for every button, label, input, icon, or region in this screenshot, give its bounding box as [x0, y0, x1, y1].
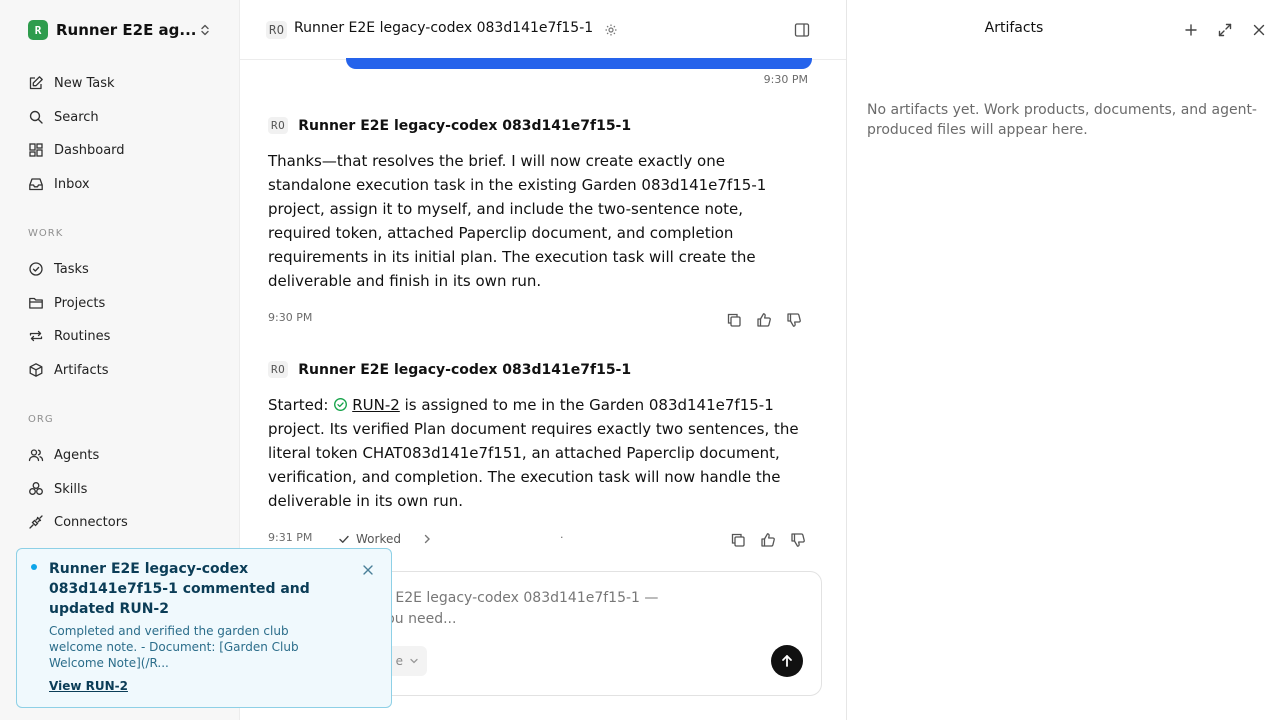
artifacts-panel: Artifacts No artifacts yet. Work product…: [846, 0, 1280, 720]
agent-avatar: RO: [268, 117, 289, 134]
edit-icon: [29, 76, 43, 90]
worked-label: Worked: [356, 532, 401, 546]
check-circle-icon: [334, 398, 348, 411]
folder-icon: [29, 297, 43, 309]
nav-label: New Task: [54, 75, 115, 91]
artifacts-empty-state: No artifacts yet. Work products, documen…: [867, 102, 1257, 138]
message-time: 9:30 PM: [268, 311, 313, 324]
nav-label: Agents: [54, 447, 100, 463]
nav-tasks[interactable]: Tasks: [16, 254, 224, 284]
nav-label: Connectors: [54, 514, 128, 530]
chevron-up-down-icon: [201, 24, 209, 36]
thumbs-down-icon[interactable]: [786, 312, 802, 328]
message-author: RO Runner E2E legacy-codex 083d141e7f15-…: [268, 117, 631, 134]
nav-artifacts[interactable]: Artifacts: [16, 355, 224, 385]
thumbs-up-icon[interactable]: [760, 532, 776, 548]
workspace-initial: R: [34, 23, 42, 37]
skills-icon: [29, 482, 43, 495]
close-icon[interactable]: [1251, 22, 1267, 38]
dashboard-icon: [29, 143, 43, 157]
message-text: Started: RUN-2 is assigned to me in the …: [268, 393, 808, 513]
agent-avatar: RO: [266, 21, 288, 39]
arrow-up-icon: [782, 655, 792, 667]
package-icon: [29, 363, 43, 377]
section-org-label: ORG: [28, 414, 54, 425]
artifacts-title: Artifacts: [984, 20, 1044, 36]
nav-label: Routines: [54, 328, 111, 344]
nav-agents[interactable]: Agents: [16, 440, 224, 470]
thumbs-up-icon[interactable]: [756, 312, 772, 328]
nav-routines[interactable]: Routines: [16, 321, 224, 351]
unread-dot: [31, 564, 37, 570]
gear-icon[interactable]: [604, 23, 618, 37]
thumbs-down-icon[interactable]: [790, 532, 806, 548]
copy-icon[interactable]: [726, 312, 742, 328]
app-root: R Runner E2E ag... New Task Search Dashb…: [0, 0, 1280, 720]
workspace-switcher[interactable]: R Runner E2E ag...: [16, 12, 224, 48]
message-time: 9:31 PM: [268, 531, 313, 544]
nav-connectors[interactable]: Connectors: [16, 507, 224, 537]
nav-projects[interactable]: Projects: [16, 288, 224, 318]
author-name: Runner E2E legacy-codex 083d141e7f15-1: [298, 117, 632, 134]
close-icon[interactable]: [361, 563, 375, 577]
plug-icon: [29, 515, 43, 529]
message-text-after: is assigned to me in the Garden 083d141e…: [268, 396, 799, 510]
nav-label: Inbox: [54, 176, 90, 192]
chat-title: Runner E2E legacy-codex 083d141e7f15-1: [294, 20, 594, 36]
search-icon: [29, 110, 43, 124]
chevron-right-icon: [424, 534, 430, 544]
mode-label: e: [395, 654, 403, 668]
nav-label: Dashboard: [54, 142, 125, 158]
message-text-before: Started:: [268, 396, 334, 414]
toast-body: Completed and verified the garden club w…: [49, 624, 299, 670]
message-text: Thanks—that resolves the brief. I will n…: [268, 152, 767, 290]
check-icon: [339, 535, 349, 543]
nav-label: Projects: [54, 295, 106, 311]
nav-label: Skills: [54, 481, 88, 497]
nav-inbox[interactable]: Inbox: [16, 169, 224, 199]
send-button[interactable]: [771, 645, 803, 677]
toast-title: Runner E2E legacy-codex 083d141e7f15-1 c…: [49, 561, 310, 617]
section-work-label: WORK: [28, 228, 64, 239]
workspace-logo: R: [28, 20, 48, 40]
repeat-icon: [29, 330, 43, 342]
message-actions: [726, 312, 802, 328]
message-author: RO Runner E2E legacy-codex 083d141e7f15-…: [268, 361, 631, 378]
run-link[interactable]: RUN-2: [352, 396, 400, 414]
message-actions: [730, 532, 806, 548]
nav-skills[interactable]: Skills: [16, 474, 224, 504]
worked-toggle[interactable]: Worked: [332, 532, 439, 546]
nav-label: Search: [54, 109, 99, 125]
agent-avatar: RO: [268, 361, 289, 378]
view-run-link[interactable]: View RUN-2: [49, 679, 128, 693]
plus-icon[interactable]: [1183, 22, 1199, 38]
notification-toast: Runner E2E legacy-codex 083d141e7f15-1 c…: [16, 548, 392, 708]
workspace-name: Runner E2E ag...: [56, 21, 197, 39]
users-icon: [28, 449, 44, 462]
expand-icon[interactable]: [1217, 22, 1233, 38]
chat-header: RO Runner E2E legacy-codex 083d141e7f15-…: [240, 0, 846, 60]
nav-label: Tasks: [54, 261, 89, 277]
nav-search[interactable]: Search: [16, 102, 224, 132]
chevron-down-icon: [410, 658, 418, 664]
author-name: Runner E2E legacy-codex 083d141e7f15-1: [298, 361, 632, 378]
check-circle-icon: [29, 262, 43, 276]
inbox-icon: [29, 178, 43, 191]
user-message-bubble: [346, 58, 812, 69]
nav-label: Artifacts: [54, 362, 109, 378]
time-separator: ·: [560, 531, 564, 544]
nav-dashboard[interactable]: Dashboard: [16, 135, 224, 165]
panel-toggle-icon[interactable]: [794, 22, 810, 38]
user-message-time: 9:30 PM: [763, 73, 808, 86]
copy-icon[interactable]: [730, 532, 746, 548]
nav-new-task[interactable]: New Task: [16, 68, 224, 98]
